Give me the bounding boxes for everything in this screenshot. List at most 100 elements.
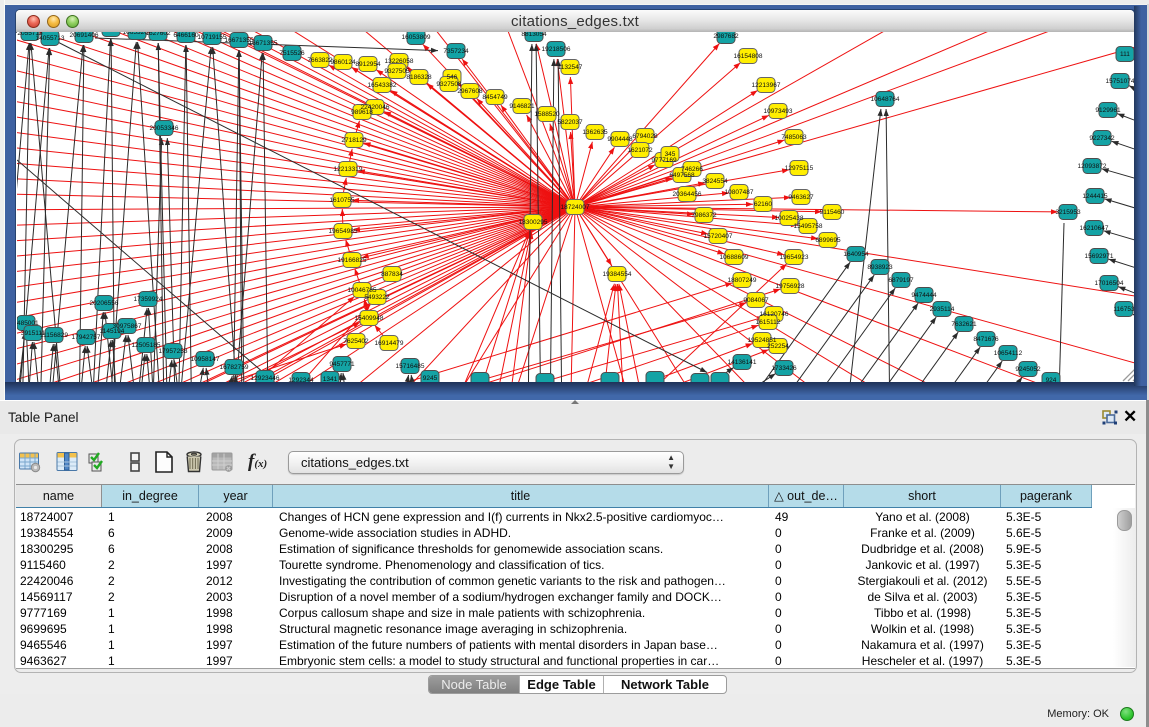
svg-text:3824554: 3824554 (702, 178, 728, 185)
svg-text:1733426: 1733426 (771, 365, 797, 372)
svg-text:9084067: 9084067 (743, 297, 769, 304)
svg-text:9474444: 9474444 (911, 292, 937, 299)
svg-text:16053809: 16053809 (402, 34, 431, 41)
svg-text:1244415: 1244415 (1082, 193, 1108, 200)
svg-text:10719155: 10719155 (198, 34, 227, 41)
svg-text:6899695: 6899695 (815, 237, 841, 244)
svg-text:14136141: 14136141 (728, 359, 757, 366)
svg-text:7625402: 7625402 (343, 338, 369, 345)
svg-text:20364456: 20364456 (673, 191, 702, 198)
svg-text:13226058: 13226058 (385, 58, 414, 65)
svg-text:15495758: 15495758 (794, 223, 823, 230)
svg-text:10648764: 10648764 (871, 96, 900, 103)
svg-text:18724007: 18724007 (561, 204, 590, 211)
svg-text:1527602: 1527602 (145, 32, 171, 37)
svg-text:14055713: 14055713 (36, 35, 65, 42)
svg-text:12213319: 12213319 (334, 166, 363, 173)
svg-text:16210647: 16210647 (1080, 225, 1109, 232)
svg-text:924: 924 (1046, 377, 1057, 382)
svg-text:16671355: 16671355 (249, 40, 278, 47)
svg-text:2718129: 2718129 (341, 137, 367, 144)
svg-text:8813054: 8813054 (521, 32, 547, 38)
svg-text:9463627: 9463627 (788, 194, 814, 201)
svg-text:8471676: 8471676 (973, 336, 999, 343)
svg-text:10973493: 10973493 (764, 108, 793, 115)
svg-text:12923446: 12923446 (251, 375, 280, 382)
svg-text:2987682: 2987682 (713, 33, 739, 40)
svg-text:1362635: 1362635 (582, 129, 608, 136)
svg-text:1640954: 1640954 (843, 251, 869, 258)
svg-text:16543382: 16543382 (368, 82, 397, 89)
svg-text:1341: 1341 (323, 376, 338, 382)
svg-text:17016504: 17016504 (1095, 280, 1124, 287)
svg-text:15720407: 15720407 (704, 233, 733, 240)
svg-text:6497568: 6497568 (669, 172, 695, 179)
svg-text:252254: 252254 (767, 343, 789, 350)
svg-text:746266: 746266 (681, 166, 703, 173)
svg-text:6466160: 6466160 (173, 32, 199, 39)
svg-text:17942757: 17942757 (72, 334, 101, 341)
svg-text:989618: 989618 (351, 109, 373, 116)
svg-text:16782759: 16782759 (220, 364, 249, 371)
svg-text:19166825: 19166825 (338, 257, 367, 264)
svg-text:19218506: 19218506 (542, 46, 571, 53)
svg-text:1588520: 1588520 (534, 111, 560, 118)
svg-text:9227342: 9227342 (1089, 135, 1115, 142)
svg-text:7357234: 7357234 (443, 48, 469, 55)
svg-text:9777169: 9777169 (651, 157, 677, 164)
svg-text:15409948: 15409948 (355, 315, 384, 322)
svg-text:12213967: 12213967 (752, 82, 781, 89)
svg-text:2967608: 2967608 (457, 88, 483, 95)
svg-text:5822037: 5822037 (557, 119, 583, 126)
svg-text:9860124: 9860124 (330, 59, 356, 66)
svg-text:7986372: 7986372 (691, 212, 717, 219)
svg-text:2935114: 2935114 (930, 306, 955, 313)
svg-text:1292344: 1292344 (288, 377, 314, 382)
svg-text:15692971: 15692971 (1085, 253, 1114, 260)
svg-text:7663822: 7663822 (307, 57, 333, 64)
svg-text:1132547: 1132547 (558, 64, 583, 71)
svg-text:6794028: 6794028 (632, 133, 658, 140)
svg-text:10046785: 10046785 (348, 287, 377, 294)
svg-text:19384554: 19384554 (603, 271, 632, 278)
svg-text:10807487: 10807487 (725, 189, 754, 196)
svg-text:9115460: 9115460 (820, 209, 845, 216)
svg-text:30975867: 30975867 (113, 323, 142, 330)
svg-text:20206556: 20206556 (90, 300, 119, 307)
svg-text:9245052: 9245052 (1015, 366, 1041, 373)
svg-text:345: 345 (665, 151, 676, 158)
svg-text:1615112: 1615112 (756, 319, 781, 326)
svg-text:19654923: 19654923 (780, 254, 809, 261)
svg-text:16914479: 16914479 (375, 340, 404, 347)
svg-text:7485063: 7485063 (781, 134, 807, 141)
svg-text:6879197: 6879197 (888, 277, 914, 284)
svg-text:12093872: 12093872 (1078, 163, 1107, 170)
svg-text:7632621: 7632621 (951, 321, 977, 328)
svg-text:9146821: 9146821 (509, 103, 535, 110)
svg-text:19654985: 19654985 (329, 228, 358, 235)
svg-text:12975115: 12975115 (785, 165, 814, 172)
svg-text:12505185: 12505185 (132, 342, 161, 349)
svg-text:908131: 908131 (100, 32, 122, 33)
svg-text:8912954: 8912954 (355, 61, 381, 68)
svg-text:17957253: 17957253 (159, 348, 188, 355)
svg-text:18300295: 18300295 (519, 219, 548, 226)
svg-text:9245: 9245 (423, 375, 438, 382)
svg-text:10958147: 10958147 (191, 356, 220, 363)
svg-text:16120746: 16120746 (760, 311, 789, 318)
svg-text:116753: 116753 (1113, 306, 1134, 313)
svg-text:62160: 62160 (754, 201, 772, 208)
svg-text:10025438: 10025438 (775, 215, 804, 222)
svg-text:9129961: 9129961 (1095, 107, 1121, 114)
svg-text:546: 546 (447, 74, 458, 81)
svg-text:8454749: 8454749 (482, 94, 508, 101)
svg-text:8186328: 8186328 (406, 74, 432, 81)
svg-text:5493222: 5493222 (364, 294, 390, 301)
svg-text:17359924: 17359924 (134, 296, 163, 303)
svg-text:10688609: 10688609 (720, 254, 749, 261)
svg-text:9327508: 9327508 (436, 81, 462, 88)
svg-text:20053346: 20053346 (150, 125, 179, 132)
svg-text:887834: 887834 (381, 271, 403, 278)
svg-text:20691406: 20691406 (70, 32, 99, 39)
svg-text:111: 111 (1120, 51, 1130, 58)
